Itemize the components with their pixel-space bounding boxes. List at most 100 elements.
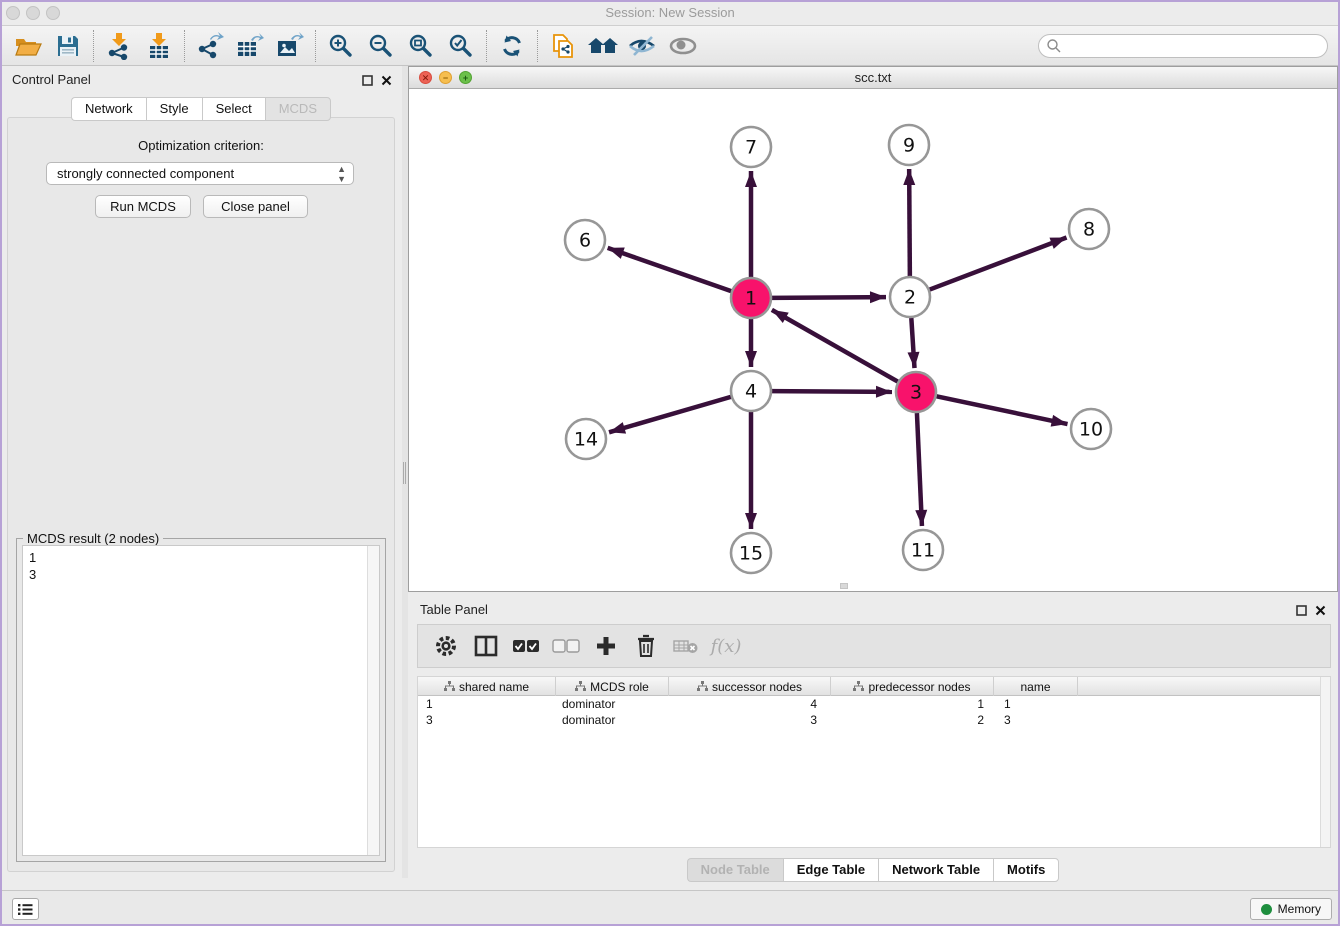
memory-status-icon [1261, 904, 1272, 915]
tab-network-table[interactable]: Network Table [878, 858, 993, 882]
table-row[interactable]: 1 dominator 4 1 1 [418, 696, 1330, 712]
network-window-title: scc.txt [409, 70, 1337, 85]
save-icon[interactable] [48, 29, 88, 63]
column-label: name [1020, 680, 1050, 694]
window-titlebar: Session: New Session [0, 0, 1340, 26]
table-row[interactable]: 3 dominator 3 2 3 [418, 712, 1330, 728]
optimization-criterion-label: Optimization criterion: [8, 138, 394, 153]
column-label: successor nodes [712, 680, 802, 694]
float-panel-icon[interactable] [362, 73, 373, 91]
mcds-tab-content: Optimization criterion: strongly connect… [7, 117, 395, 872]
graph-edge-4-3[interactable] [772, 391, 892, 392]
canvas-scroll-dot [840, 583, 848, 589]
graph-edge-2-3[interactable] [911, 318, 914, 368]
export-network-icon[interactable] [190, 29, 230, 63]
show-eye-icon[interactable] [663, 29, 703, 63]
mcds-result-text[interactable]: 1 3 [22, 545, 380, 856]
trash-icon[interactable] [628, 628, 664, 664]
export-image-icon[interactable] [270, 29, 310, 63]
cell-shared-name: 3 [418, 712, 556, 728]
graph-edge-3-11[interactable] [917, 413, 922, 526]
memory-button[interactable]: Memory [1250, 898, 1332, 920]
status-bar: Memory [0, 890, 1340, 926]
attribute-tree-icon [575, 681, 586, 692]
column-header-name[interactable]: name [994, 677, 1078, 696]
column-header-shared-name[interactable]: shared name [418, 677, 556, 696]
mcds-result-title: MCDS result (2 nodes) [23, 531, 163, 546]
graph-node-label: 8 [1083, 219, 1095, 241]
graph-edge-1-6[interactable] [608, 248, 732, 291]
tab-style[interactable]: Style [146, 97, 202, 121]
table-toolbar: f(x) [417, 624, 1331, 668]
tab-edge-table[interactable]: Edge Table [783, 858, 878, 882]
import-network-icon[interactable] [99, 29, 139, 63]
columns-icon[interactable] [468, 628, 504, 664]
control-panel-tabs: Network Style Select MCDS [0, 97, 402, 121]
task-history-button[interactable] [12, 898, 39, 920]
hide-eye-icon[interactable] [623, 29, 663, 63]
cell-predecessor-nodes: 2 [831, 712, 994, 728]
close-panel-icon[interactable] [1315, 603, 1326, 621]
toolbar-separator [315, 30, 316, 62]
node-table: shared name MCDS role successor nodes pr… [417, 676, 1331, 848]
graph-edge-3-1[interactable] [772, 310, 898, 382]
graph-node-label: 6 [579, 230, 591, 252]
result-scrollbar[interactable] [367, 546, 379, 855]
column-label: shared name [459, 680, 529, 694]
unchecked-boxes-icon[interactable] [548, 628, 584, 664]
search-icon [1046, 38, 1062, 59]
checked-boxes-icon[interactable] [508, 628, 544, 664]
window-title: Session: New Session [0, 5, 1340, 20]
open-folder-icon[interactable] [8, 29, 48, 63]
float-panel-icon[interactable] [1296, 603, 1307, 621]
zoom-selected-icon[interactable] [441, 29, 481, 63]
tab-motifs[interactable]: Motifs [993, 858, 1059, 882]
graph-edge-3-10[interactable] [937, 396, 1068, 424]
network-canvas[interactable]: 7968124314101511 [409, 89, 1337, 591]
network-window-titlebar[interactable]: ✕ − + scc.txt [409, 67, 1337, 89]
refresh-icon[interactable] [492, 29, 532, 63]
column-label: MCDS role [590, 680, 649, 694]
zoom-in-icon[interactable] [321, 29, 361, 63]
zoom-out-icon[interactable] [361, 29, 401, 63]
tab-select[interactable]: Select [202, 97, 265, 121]
plus-icon[interactable] [588, 628, 624, 664]
export-table-icon[interactable] [230, 29, 270, 63]
close-panel-icon[interactable] [381, 73, 392, 91]
column-header-successor-nodes[interactable]: successor nodes [669, 677, 831, 696]
column-header-predecessor-nodes[interactable]: predecessor nodes [831, 677, 994, 696]
home-icon[interactable] [583, 29, 623, 63]
mcds-result-box: MCDS result (2 nodes) 1 3 [16, 538, 386, 862]
graph-edge-2-9[interactable] [909, 169, 910, 276]
graph-edge-2-8[interactable] [930, 238, 1067, 290]
graph-edge-1-2[interactable] [772, 297, 886, 298]
toolbar-separator [537, 30, 538, 62]
tab-network[interactable]: Network [71, 97, 146, 121]
gear-icon[interactable] [428, 628, 464, 664]
network-window: ✕ − + scc.txt 7968124314101511 [408, 66, 1338, 592]
search-input[interactable] [1038, 34, 1328, 58]
graph-node-label: 14 [574, 429, 598, 451]
tab-node-table[interactable]: Node Table [687, 858, 783, 882]
import-table-icon[interactable] [139, 29, 179, 63]
optimization-criterion-select[interactable]: strongly connected component ▲▼ [46, 162, 354, 185]
cell-mcds-role: dominator [556, 696, 669, 712]
zoom-fit-icon[interactable] [401, 29, 441, 63]
search-box [1038, 34, 1328, 58]
clone-network-icon[interactable] [543, 29, 583, 63]
close-panel-button[interactable]: Close panel [203, 195, 308, 218]
cell-successor-nodes: 4 [669, 696, 831, 712]
column-header-mcds-role[interactable]: MCDS role [556, 677, 669, 696]
run-mcds-button[interactable]: Run MCDS [95, 195, 191, 218]
tab-mcds[interactable]: MCDS [265, 97, 331, 121]
function-icon[interactable]: f(x) [708, 628, 744, 664]
delete-column-icon[interactable] [668, 628, 704, 664]
graph-node-label: 15 [739, 543, 763, 565]
column-label: predecessor nodes [868, 680, 970, 694]
graph-node-label: 3 [910, 382, 922, 404]
table-panel-title: Table Panel [420, 602, 488, 617]
cell-mcds-role: dominator [556, 712, 669, 728]
graph-edge-4-14[interactable] [609, 397, 731, 432]
table-scrollbar[interactable] [1320, 677, 1330, 847]
memory-label: Memory [1278, 902, 1321, 916]
